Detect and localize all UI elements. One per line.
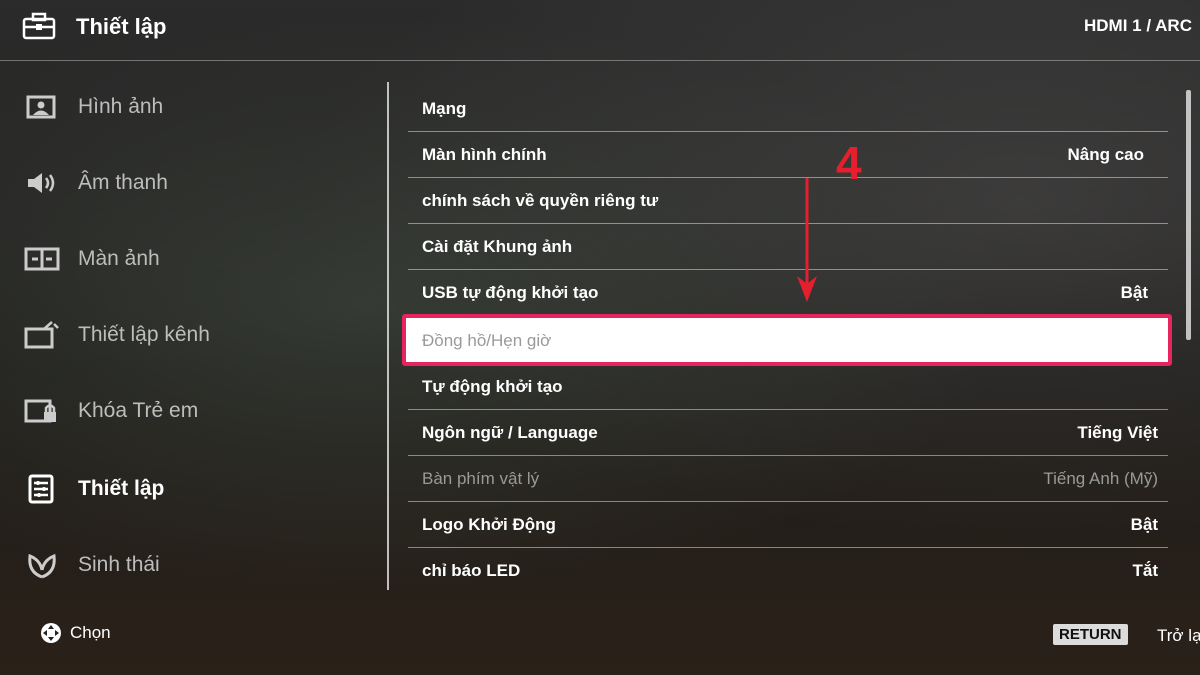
sidebar-item-label: Âm thanh: [78, 171, 168, 194]
setting-name: Bàn phím vật lý: [422, 469, 540, 488]
sidebar-item-label: Thiết lập kênh: [78, 323, 210, 346]
eco-icon: [28, 553, 56, 579]
setting-row-usb-auto-start[interactable]: USB tự động khởi tạo Bật: [408, 270, 1168, 316]
select-label: Chọn: [70, 623, 111, 642]
list-scrollbar[interactable]: [1186, 90, 1191, 340]
child-lock-icon: [24, 399, 56, 423]
sidebar-item-label: Thiết lập: [78, 477, 165, 500]
sidebar-item-label: Khóa Trẻ em: [78, 399, 199, 422]
setting-name: USB tự động khởi tạo: [422, 283, 599, 302]
sidebar-item-screen[interactable]: Màn ảnh: [24, 240, 364, 280]
toolbox-icon: [22, 12, 56, 40]
input-source-label: HDMI 1 / ARC: [1084, 16, 1192, 35]
setting-row-home-screen[interactable]: Màn hình chính Nâng cao: [408, 132, 1168, 178]
setting-value: Tắt: [1132, 561, 1159, 580]
page-title: Thiết lập: [76, 14, 167, 39]
setting-name: Mạng: [422, 99, 467, 118]
setting-name: Tự động khởi tạo: [422, 377, 563, 396]
setting-name: Đồng hồ/Hẹn giờ: [422, 331, 552, 350]
settings-icon: [28, 474, 54, 504]
back-label: Trở lại: [1157, 626, 1200, 645]
setting-row-language[interactable]: Ngôn ngữ / Language Tiếng Việt: [408, 410, 1168, 456]
sidebar-item-label: Sinh thái: [78, 553, 160, 576]
setting-row-photo-frame[interactable]: Cài đặt Khung ảnh: [408, 224, 1168, 270]
screen-icon: [24, 247, 60, 271]
setting-row-initial-setup[interactable]: Tự động khởi tạo: [408, 364, 1168, 410]
setting-name: Logo Khởi Động: [422, 515, 556, 534]
sidebar-item-settings[interactable]: Thiết lập: [24, 470, 364, 510]
setting-name: Màn hình chính: [422, 145, 547, 164]
speaker-icon: [28, 173, 55, 193]
setting-value: Bật: [1130, 515, 1158, 534]
sidebar-item-picture[interactable]: Hình ảnh: [24, 88, 364, 128]
picture-icon: [26, 95, 56, 119]
setting-row-startup-logo[interactable]: Logo Khởi Động Bật: [408, 502, 1168, 548]
down-arrow-icon: [797, 178, 817, 302]
sidebar-item-eco[interactable]: Sinh thái: [24, 546, 364, 586]
sidebar-item-label: Hình ảnh: [78, 95, 164, 118]
sidebar-menu: Hình ảnh Âm thanh Màn ảnh Thiết lập kênh: [0, 70, 380, 610]
setting-name: Ngôn ngữ / Language: [422, 423, 598, 442]
setting-value: Bật: [1120, 283, 1148, 302]
setting-row-physical-keyboard[interactable]: Bàn phím vật lý Tiếng Anh (Mỹ): [408, 456, 1168, 502]
setting-value: Tiếng Anh (Mỹ): [1043, 469, 1158, 488]
sidebar-item-channel-setup[interactable]: Thiết lập kênh: [24, 316, 364, 356]
setting-row-led-indicator[interactable]: chỉ báo LED Tắt: [408, 548, 1168, 594]
setting-value: Tiếng Việt: [1077, 423, 1158, 442]
setting-value: Nâng cao: [1067, 145, 1144, 164]
header-bar: Thiết lập HDMI 1 / ARC: [0, 0, 1200, 58]
header-divider: [0, 60, 1200, 61]
sidebar-item-sound[interactable]: Âm thanh: [24, 164, 364, 204]
setting-name: chính sách về quyền riêng tư: [422, 191, 659, 210]
sidebar-item-label: Màn ảnh: [78, 247, 160, 270]
footer-return-hint: RETURN Trở lại: [1053, 624, 1200, 648]
channel-icon: [24, 321, 59, 349]
setting-row-clock-timer[interactable]: Đồng hồ/Hẹn giờ: [402, 314, 1172, 366]
setting-row-network[interactable]: Mạng: [408, 86, 1168, 132]
sidebar-divider: [387, 82, 389, 590]
setting-name: chỉ báo LED: [422, 561, 521, 580]
return-button[interactable]: RETURN: [1053, 624, 1128, 645]
sidebar-item-child-lock[interactable]: Khóa Trẻ em: [24, 392, 364, 432]
step-number-annotation: 4: [836, 137, 862, 189]
dpad-icon: [41, 623, 61, 643]
setting-name: Cài đặt Khung ảnh: [422, 237, 573, 256]
setting-row-privacy-policy[interactable]: chính sách về quyền riêng tư: [408, 178, 1168, 224]
